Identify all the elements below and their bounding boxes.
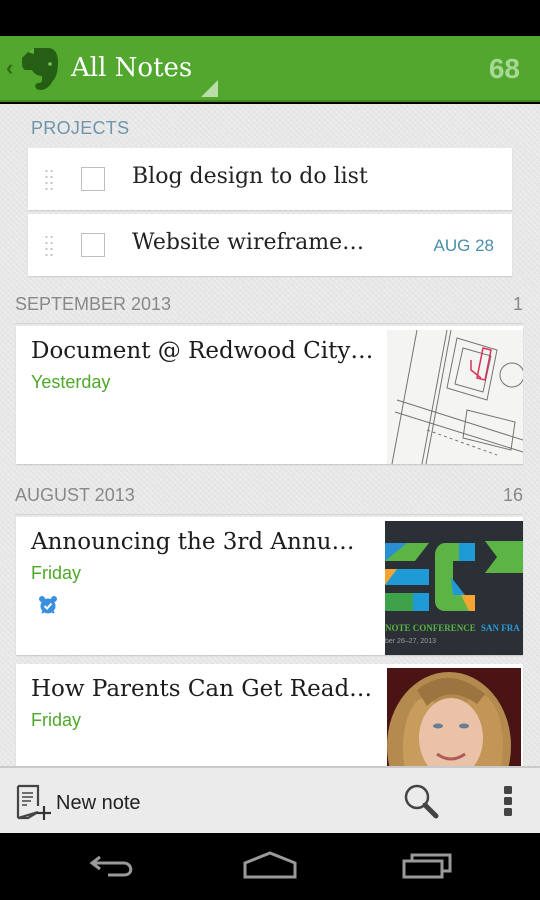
note-card[interactable]: Document @ Redwood City… Yesterday xyxy=(16,326,523,464)
section-header: AUGUST 2013 16 xyxy=(15,485,523,515)
note-title: How Parents Can Get Read… xyxy=(31,676,372,702)
floor-plan-thumbnail xyxy=(387,330,523,464)
project-item[interactable]: Blog design to do list xyxy=(28,148,512,210)
dropdown-indicator-icon[interactable] xyxy=(201,80,218,97)
overflow-menu-icon[interactable] xyxy=(498,784,522,818)
evernote-elephant-icon[interactable] xyxy=(20,46,60,92)
nav-recents-icon[interactable] xyxy=(398,849,458,883)
conference-thumbnail: NOTE CONFERENCE SAN FRA ber 26–27, 2013 xyxy=(385,521,523,655)
search-icon[interactable] xyxy=(402,782,444,822)
drag-handle-icon[interactable] xyxy=(44,234,54,258)
thumbnail-caption: ber 26–27, 2013 xyxy=(385,638,436,645)
system-nav-bar xyxy=(0,833,540,900)
project-item[interactable]: Website wireframe… AUG 28 xyxy=(28,214,512,276)
bottom-toolbar: New note xyxy=(0,766,540,833)
note-count: 68 xyxy=(489,50,520,88)
section-count: 1 xyxy=(513,294,523,315)
thumbnail-caption: SAN FRA xyxy=(481,623,520,633)
new-note-label: New note xyxy=(56,792,141,815)
chevron-left-icon[interactable]: ‹ xyxy=(6,56,16,80)
section-header: SEPTEMBER 2013 1 xyxy=(15,294,523,324)
portrait-thumbnail xyxy=(387,668,521,766)
note-date: Friday xyxy=(31,563,81,584)
project-checkbox[interactable] xyxy=(81,167,105,191)
note-card[interactable]: How Parents Can Get Read… Friday xyxy=(16,664,523,766)
section-count: 16 xyxy=(503,485,523,506)
thumbnail-caption: NOTE CONFERENCE xyxy=(385,623,476,633)
nav-back-icon[interactable] xyxy=(84,849,144,883)
nav-home-icon[interactable] xyxy=(240,849,300,883)
note-title: Document @ Redwood City… xyxy=(31,338,373,364)
section-label: AUGUST 2013 xyxy=(15,485,135,506)
project-title: Blog design to do list xyxy=(132,164,368,189)
project-checkbox[interactable] xyxy=(81,233,105,257)
notes-list[interactable]: PROJECTS Blog design to do list Website … xyxy=(0,104,540,766)
drag-handle-icon[interactable] xyxy=(44,168,54,192)
new-note-icon xyxy=(14,784,54,824)
page-title[interactable]: All Notes xyxy=(71,50,192,86)
reminder-alarm-icon[interactable] xyxy=(38,595,58,615)
project-title: Website wireframe… xyxy=(132,230,364,255)
status-bar xyxy=(0,0,540,36)
note-card[interactable]: Announcing the 3rd Annu… Friday xyxy=(16,517,523,655)
project-date: AUG 28 xyxy=(434,236,494,256)
new-note-button[interactable]: New note xyxy=(12,778,172,824)
app-header: ‹ All Notes 68 xyxy=(0,36,540,102)
note-title: Announcing the 3rd Annu… xyxy=(31,529,354,555)
section-label: SEPTEMBER 2013 xyxy=(15,294,171,315)
projects-section-label: PROJECTS xyxy=(31,118,129,139)
note-date: Friday xyxy=(31,710,81,731)
note-date: Yesterday xyxy=(31,372,110,393)
